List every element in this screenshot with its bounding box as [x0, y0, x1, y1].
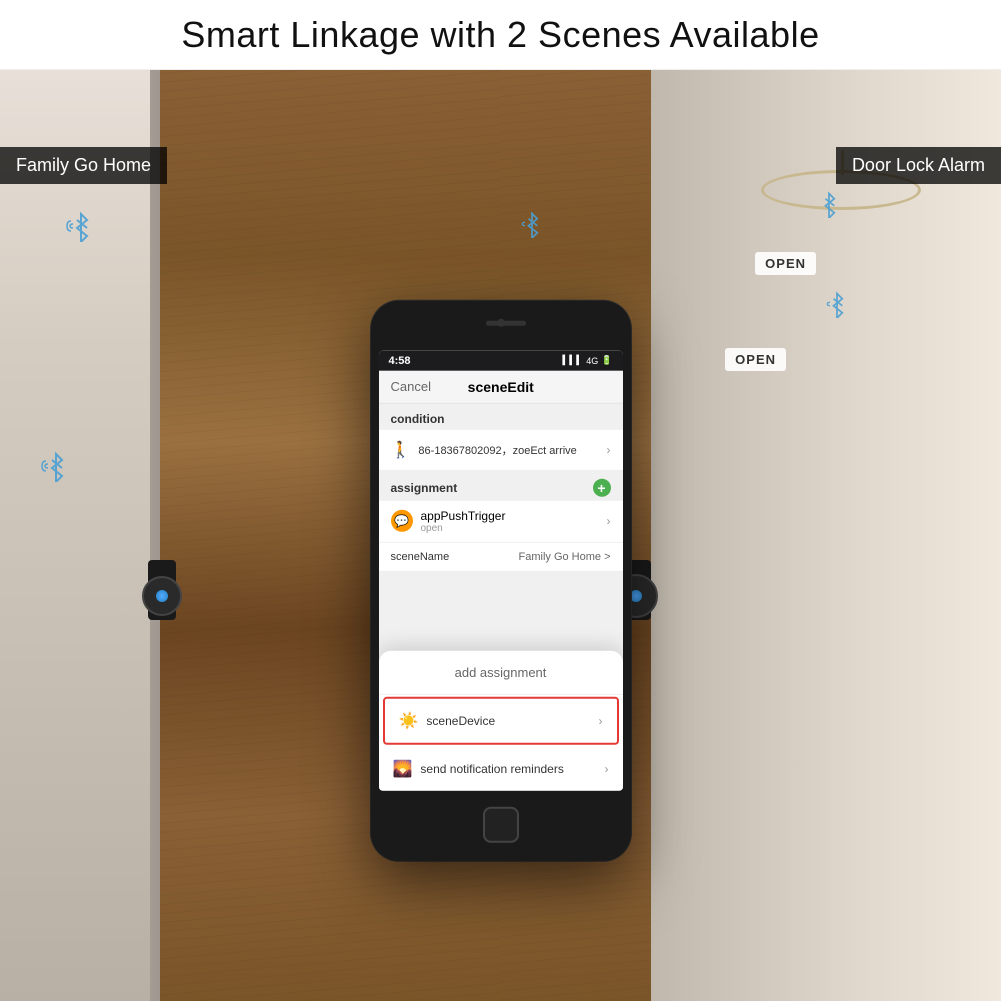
condition-icon: 🚶 [391, 439, 411, 459]
bottom-sheet: add assignment ☀️ sceneDevice › [379, 650, 623, 785]
scene-name-value: Family Go Home > [519, 550, 611, 562]
scene-device-item[interactable]: ☀️ sceneDevice › [383, 696, 619, 744]
scene-label-left: Family Go Home [0, 147, 167, 184]
notification-icon: 🌄 [393, 758, 413, 778]
app-content: condition 🚶 86-18367802092，zoeEct arrive… [379, 403, 623, 785]
network-type: 4G [586, 355, 598, 365]
bluetooth-icon-right-3 [815, 190, 843, 225]
lock-circle-left [142, 576, 182, 616]
scene-edit-title: sceneEdit [468, 378, 534, 394]
scene-device-label: sceneDevice [426, 713, 495, 727]
phone-speaker [486, 320, 526, 325]
phone-container: 4:58 ▍▍▍ 4G 🔋 Cancel sceneEdit co [371, 300, 631, 860]
phone-body: 4:58 ▍▍▍ 4G 🔋 Cancel sceneEdit co [371, 300, 631, 860]
open-badge-2: OPEN [755, 252, 816, 275]
phone-home-button[interactable] [483, 806, 519, 842]
notification-label: send notification reminders [420, 761, 563, 775]
assignment-name: appPushTrigger [421, 508, 607, 522]
assignment-sub: open [421, 522, 607, 533]
assignment-section-header: assignment + [379, 470, 623, 500]
app-header: Cancel sceneEdit [379, 370, 623, 403]
scene-device-icon: ☀️ [399, 710, 419, 730]
assignment-text: appPushTrigger open [421, 508, 607, 533]
condition-text: 86-18367802092，zoeEct arrive [418, 441, 606, 457]
assignment-push-icon: 💬 [391, 510, 413, 532]
scene-name-label: sceneName [391, 550, 450, 562]
phone-screen: 4:58 ▍▍▍ 4G 🔋 Cancel sceneEdit co [379, 350, 623, 790]
add-assignment-button[interactable]: + [593, 478, 611, 496]
lock-dot-left [156, 590, 168, 602]
condition-chevron: › [607, 442, 611, 456]
open-badge-3: OPEN [725, 348, 786, 371]
page-header: Smart Linkage with 2 Scenes Available [0, 0, 1001, 70]
notification-reminders-item[interactable]: 🌄 send notification reminders › [379, 746, 623, 785]
main-area: Family Go Home [0, 70, 1001, 1001]
status-time: 4:58 [389, 354, 411, 366]
scene-label-right: Door Lock Alarm [836, 147, 1001, 184]
scene-device-left: ☀️ sceneDevice [399, 710, 496, 730]
assignment-chevron: › [607, 514, 611, 528]
battery-icon: 🔋 [601, 355, 612, 366]
notification-chevron: › [605, 761, 609, 775]
bluetooth-icon-right-2 [823, 290, 851, 325]
assignment-item-push[interactable]: 💬 appPushTrigger open › [379, 500, 623, 541]
condition-item[interactable]: 🚶 86-18367802092，zoeEct arrive › [379, 429, 623, 469]
signal-bars: ▍▍▍ [563, 355, 584, 366]
notification-left: 🌄 send notification reminders [393, 758, 564, 778]
scene-name-row[interactable]: sceneName Family Go Home > [379, 542, 623, 570]
scene-device-chevron: › [599, 713, 603, 727]
cancel-button[interactable]: Cancel [391, 379, 431, 394]
status-bar: 4:58 ▍▍▍ 4G 🔋 [379, 350, 623, 370]
bluetooth-icon-2 [40, 450, 72, 489]
assignment-label: assignment [391, 480, 458, 494]
bottom-sheet-title: add assignment [379, 650, 623, 694]
lock-dot-right [630, 590, 642, 602]
page-title: Smart Linkage with 2 Scenes Available [181, 14, 819, 56]
condition-section-header: condition [379, 403, 623, 429]
bluetooth-icon-1 [65, 210, 97, 249]
status-icons: ▍▍▍ 4G 🔋 [563, 355, 613, 366]
bluetooth-icon-right-1 [518, 210, 546, 245]
